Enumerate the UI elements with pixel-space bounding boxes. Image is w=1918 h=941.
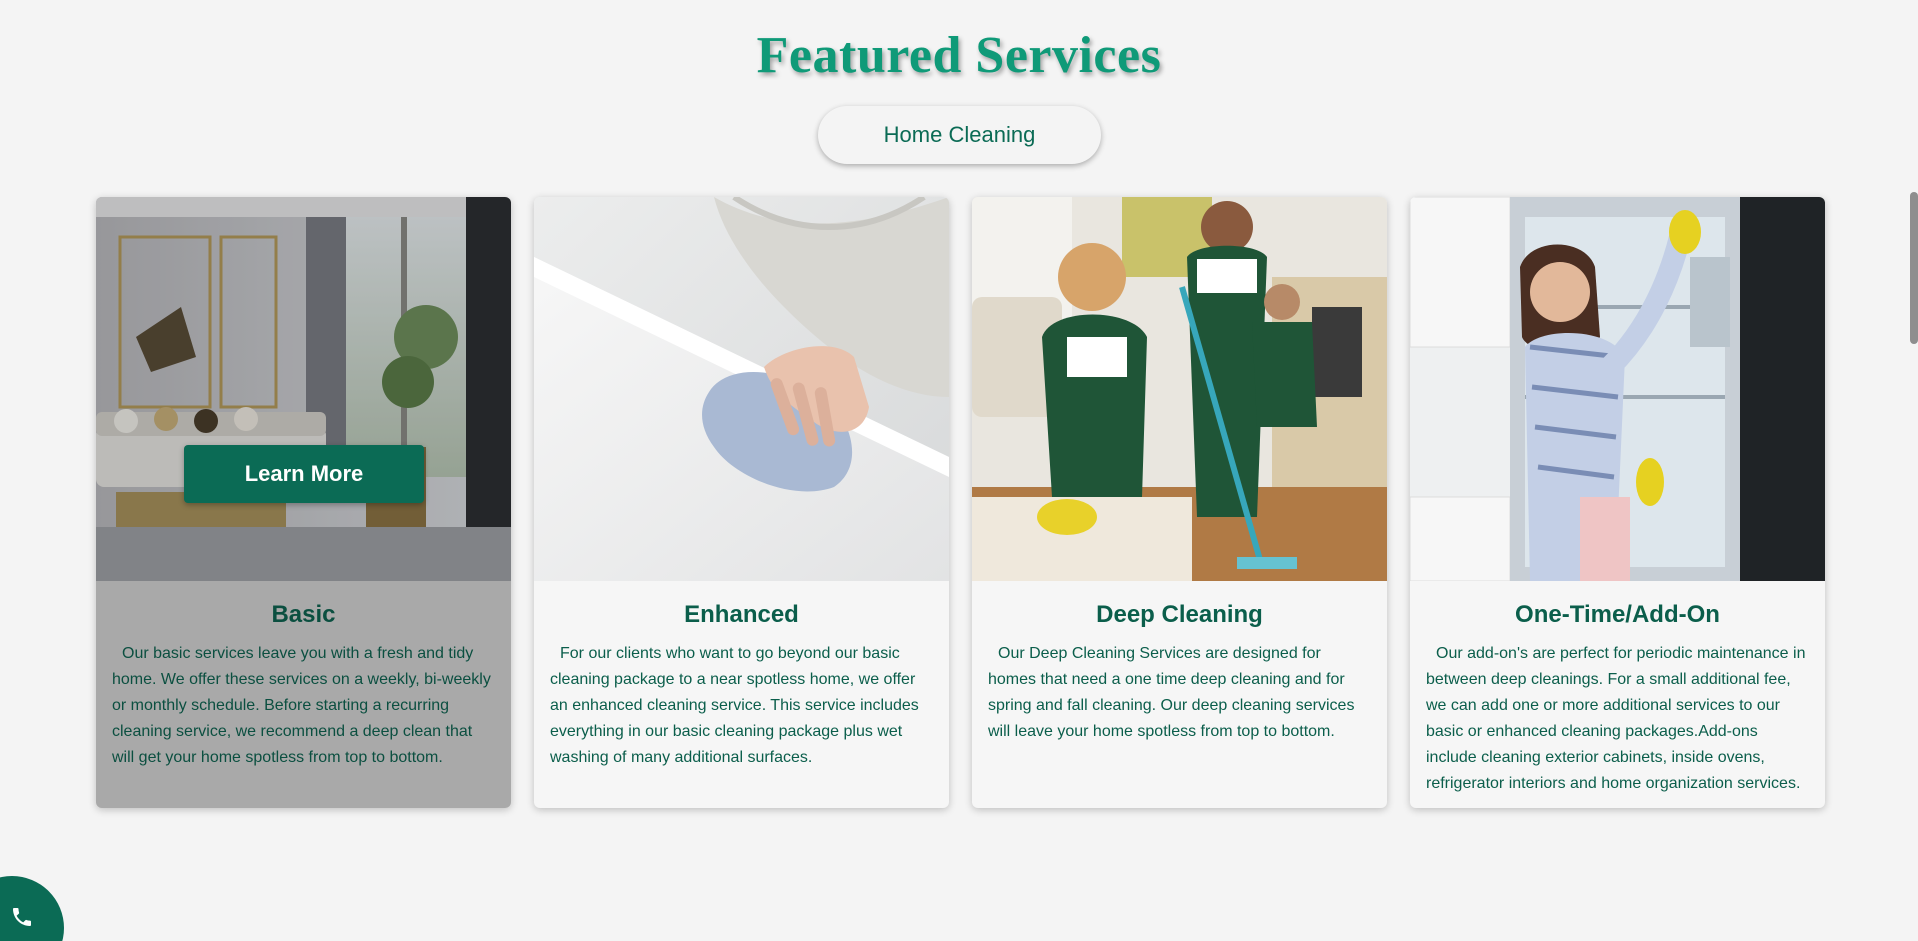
fridge-cleaning-image <box>1410 197 1825 581</box>
card-description: Our basic services leave you with a fres… <box>112 645 491 766</box>
card-description: Our add-on's are perfect for periodic ma… <box>1426 645 1806 792</box>
phone-call-button[interactable] <box>0 876 64 941</box>
service-card-deep-cleaning[interactable]: Deep Cleaning Our Deep Cleaning Services… <box>972 197 1387 808</box>
card-description: For our clients who want to go beyond ou… <box>550 645 919 766</box>
learn-more-button[interactable]: Learn More <box>184 445 424 503</box>
card-description: Our Deep Cleaning Services are designed … <box>988 645 1355 740</box>
service-card-enhanced[interactable]: Enhanced For our clients who want to go … <box>534 197 949 808</box>
card-title: Deep Cleaning <box>1096 601 1263 628</box>
card-title: One-Time/Add-On <box>1515 601 1720 628</box>
service-card-one-time-add-on[interactable]: One-Time/Add-On Our add-on's are perfect… <box>1410 197 1825 808</box>
section-title: Featured Services <box>756 27 1162 84</box>
fridge-cleaning-photo <box>1410 197 1825 581</box>
service-card-basic[interactable]: Learn More Basic Our basic services leav… <box>96 197 511 808</box>
wiping-counter-image <box>534 197 949 581</box>
card-title: Basic <box>271 601 336 628</box>
card-title: Enhanced <box>684 601 799 628</box>
living-room-image: Learn More <box>96 197 511 581</box>
phone-icon <box>13 908 31 926</box>
wiping-counter-photo <box>534 197 949 581</box>
page: Featured Services Home Cleaning Learn Mo… <box>0 0 1918 941</box>
hover-overlay <box>96 197 511 581</box>
cleaning-team-image <box>972 197 1387 581</box>
scrollbar-thumb[interactable] <box>1910 192 1918 344</box>
service-cards: Learn More Basic Our basic services leav… <box>96 197 1826 808</box>
cleaning-team-photo <box>972 197 1387 581</box>
home-cleaning-tab[interactable]: Home Cleaning <box>818 106 1101 164</box>
